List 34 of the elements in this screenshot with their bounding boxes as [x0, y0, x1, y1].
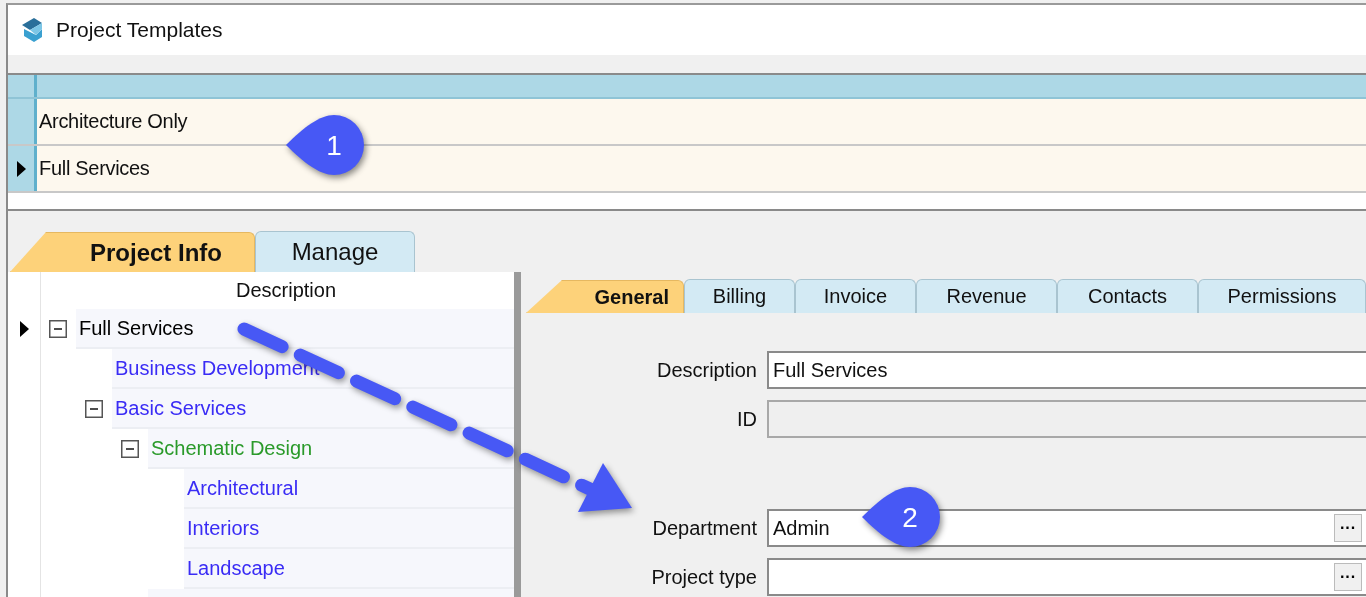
tree-row[interactable]: Full Services — [76, 309, 514, 349]
collapse-toggle[interactable] — [85, 400, 103, 418]
collapse-toggle[interactable] — [49, 320, 67, 338]
current-row-icon — [16, 160, 26, 177]
tab[interactable]: Manage — [255, 231, 415, 272]
field-label: Description — [655, 358, 758, 382]
tree-row[interactable]: Basic Services — [112, 389, 514, 429]
tree-item[interactable]: Landscape — [187, 556, 285, 580]
tree-row[interactable]: Landscape — [184, 549, 514, 589]
column-header: Description — [235, 279, 336, 302]
tab[interactable]: Contacts — [1057, 279, 1198, 313]
browse-button[interactable]: ··· — [1334, 563, 1362, 591]
tab[interactable]: General — [526, 280, 684, 313]
tree-row[interactable]: Architectural — [184, 469, 514, 509]
tree-item[interactable]: Full Services — [79, 316, 194, 340]
tab[interactable]: Invoice — [795, 279, 916, 313]
tab[interactable]: Revenue — [916, 279, 1057, 313]
lookup-field[interactable] — [767, 558, 1366, 596]
browse-button[interactable]: ··· — [1334, 514, 1362, 542]
tree-row[interactable]: Interiors — [184, 509, 514, 549]
tab[interactable]: Billing — [684, 279, 795, 313]
row-header[interactable] — [8, 146, 37, 191]
tree-item[interactable]: Basic Services — [115, 396, 247, 420]
field-label: Department — [651, 516, 758, 540]
input-field[interactable]: Full Services — [767, 351, 1366, 389]
tree-item[interactable]: Architectural — [187, 476, 299, 500]
field-label: ID — [736, 407, 758, 431]
tab[interactable]: Project Info — [10, 232, 255, 272]
tab[interactable]: Permissions — [1198, 279, 1366, 313]
field-label: Project type — [650, 565, 758, 589]
tree-item[interactable]: Interiors — [187, 516, 260, 540]
current-row-icon — [19, 321, 29, 337]
collapse-toggle[interactable] — [121, 440, 139, 458]
window-title: Project Templates — [56, 18, 223, 42]
